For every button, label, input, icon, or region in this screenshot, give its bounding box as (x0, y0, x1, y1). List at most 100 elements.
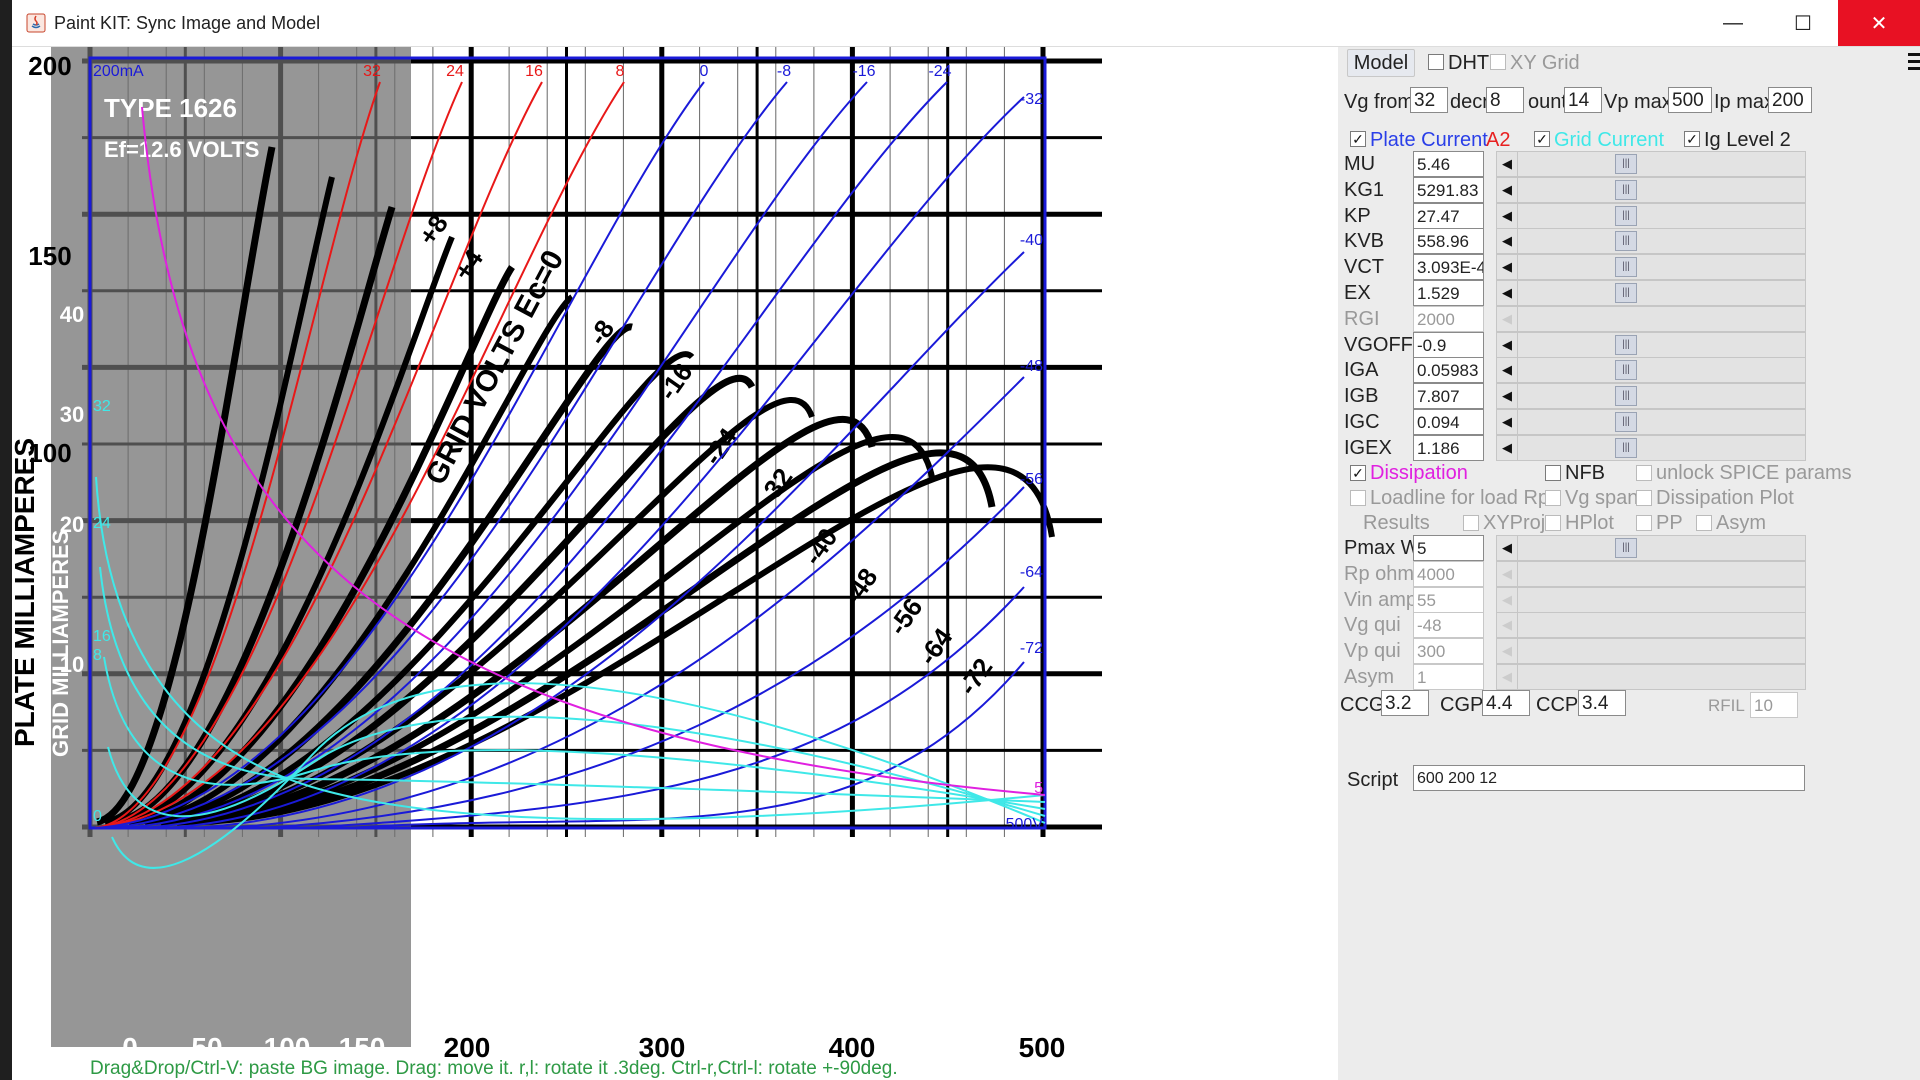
slider-left-arrow-icon[interactable]: ◀ (1497, 306, 1518, 331)
slider-left-arrow-icon[interactable]: ◀ (1497, 384, 1518, 409)
asym-checkbox[interactable] (1696, 515, 1712, 531)
cgp-input[interactable]: 4.4 (1482, 690, 1530, 716)
param-vgoff-input[interactable]: -0.9 (1413, 331, 1484, 358)
minimize-button[interactable]: — (1698, 0, 1768, 46)
script-input[interactable]: 600 200 12 (1413, 765, 1805, 791)
slider-left-arrow-icon[interactable]: ◀ (1497, 281, 1518, 305)
param-vp-qui-input[interactable]: 300 (1413, 638, 1484, 665)
param-vin-ampl-input[interactable]: 55 (1413, 586, 1484, 613)
param-kg1-slider[interactable]: ◀ ||| (1496, 176, 1806, 203)
slider-left-arrow-icon[interactable]: ◀ (1497, 358, 1518, 383)
param-rgi-input[interactable]: 2000 (1413, 305, 1484, 332)
decr-input[interactable]: 8 (1486, 87, 1524, 113)
slider-left-arrow-icon[interactable]: ◀ (1497, 332, 1518, 357)
slider-thumb[interactable]: ||| (1615, 412, 1637, 432)
model-button[interactable]: Model (1347, 49, 1415, 77)
slider-thumb[interactable]: ||| (1615, 283, 1637, 303)
param-kp-input[interactable]: 27.47 (1413, 202, 1484, 229)
param-ex-slider[interactable]: ◀ ||| (1496, 280, 1806, 306)
param-kp-slider[interactable]: ◀ ||| (1496, 202, 1806, 229)
vg-from-input[interactable]: 32 (1410, 87, 1448, 113)
param-mu-slider[interactable]: ◀ ||| (1496, 151, 1806, 177)
plate-current-checkbox[interactable]: ✓ (1350, 131, 1366, 147)
param-rgi-slider[interactable]: ◀ (1496, 305, 1806, 332)
slider-left-arrow-icon[interactable]: ◀ (1497, 152, 1518, 176)
ipmax-input[interactable]: 200 (1768, 87, 1812, 113)
param-pmax-w-input[interactable]: 5 (1413, 535, 1484, 561)
slider-thumb[interactable]: ||| (1615, 154, 1637, 174)
ccp-input[interactable]: 3.4 (1578, 690, 1626, 716)
param-igex-input[interactable]: 1.186 (1413, 434, 1484, 461)
param-vgoff-slider[interactable]: ◀ ||| (1496, 331, 1806, 358)
unlock-spice-checkbox[interactable] (1636, 465, 1652, 481)
grid-current-checkbox[interactable]: ✓ (1534, 131, 1550, 147)
param-vct-slider[interactable]: ◀ ||| (1496, 254, 1806, 281)
dht-checkbox[interactable] (1428, 54, 1444, 70)
slider-thumb[interactable]: ||| (1615, 205, 1637, 226)
param-vct-input[interactable]: 3.093E-4 (1413, 254, 1484, 281)
slider-thumb[interactable]: ||| (1615, 231, 1637, 252)
slider-left-arrow-icon[interactable]: ◀ (1497, 255, 1518, 280)
param-igc-slider[interactable]: ◀ ||| (1496, 409, 1806, 435)
rfil-input[interactable]: 10 (1750, 692, 1798, 718)
slider-left-arrow-icon[interactable]: ◀ (1497, 613, 1518, 638)
results-button[interactable]: Results (1363, 512, 1430, 535)
param-kg1-input[interactable]: 5291.83 (1413, 176, 1484, 203)
slider-left-arrow-icon[interactable]: ◀ (1497, 229, 1518, 254)
param-iga-input[interactable]: 0.05983 (1413, 357, 1484, 384)
param-kvb-input[interactable]: 558.96 (1413, 228, 1484, 255)
slider-thumb[interactable]: ||| (1615, 257, 1637, 278)
dissipation-checkbox[interactable]: ✓ (1350, 465, 1366, 481)
param-asym-slider[interactable]: ◀ (1496, 664, 1806, 690)
param-igex-slider[interactable]: ◀ ||| (1496, 434, 1806, 461)
param-vg-qui-slider[interactable]: ◀ (1496, 612, 1806, 639)
slider-left-arrow-icon[interactable]: ◀ (1497, 665, 1518, 689)
param-vp-qui-slider[interactable]: ◀ (1496, 638, 1806, 665)
loadline-checkbox[interactable] (1350, 490, 1366, 506)
dissipation-plot-checkbox[interactable] (1636, 490, 1652, 506)
a2-label: A2 (1486, 129, 1511, 151)
vpmax-input[interactable]: 500 (1668, 87, 1712, 113)
param-pmax-w-slider[interactable]: ◀ ||| (1496, 535, 1806, 561)
param-igc-input[interactable]: 0.094 (1413, 409, 1484, 435)
slider-thumb[interactable]: ||| (1615, 179, 1637, 200)
slider-left-arrow-icon[interactable]: ◀ (1497, 177, 1518, 202)
param-mu-input[interactable]: 5.46 (1413, 151, 1484, 177)
param-iga-slider[interactable]: ◀ ||| (1496, 357, 1806, 384)
slider-thumb[interactable]: ||| (1615, 437, 1637, 458)
param-kvb-slider[interactable]: ◀ ||| (1496, 228, 1806, 255)
slider-left-arrow-icon[interactable]: ◀ (1497, 587, 1518, 612)
param-vg-qui-input[interactable]: -48 (1413, 612, 1484, 639)
param-vin-ampl-slider[interactable]: ◀ (1496, 586, 1806, 613)
slider-left-arrow-icon[interactable]: ◀ (1497, 639, 1518, 664)
param-igb-input[interactable]: 7.807 (1413, 383, 1484, 410)
count-input[interactable]: 14 (1564, 87, 1602, 113)
close-button[interactable]: ✕ (1838, 0, 1920, 46)
slider-thumb[interactable]: ||| (1615, 538, 1637, 558)
slider-left-arrow-icon[interactable]: ◀ (1497, 435, 1518, 460)
ccg-input[interactable]: 3.2 (1381, 690, 1429, 716)
slider-left-arrow-icon[interactable]: ◀ (1497, 203, 1518, 228)
param-ex-input[interactable]: 1.529 (1413, 280, 1484, 306)
plot-area[interactable]: 0 50 100 150 200 300 400 500 200 150 100 40 30 20 10 PL… (12, 47, 1338, 1080)
slider-left-arrow-icon[interactable]: ◀ (1497, 410, 1518, 434)
slider-left-arrow-icon[interactable]: ◀ (1497, 561, 1518, 586)
pp-checkbox[interactable] (1636, 515, 1652, 531)
menu-icon[interactable] (1908, 51, 1920, 71)
slider-thumb[interactable]: ||| (1615, 386, 1637, 407)
slider-left-arrow-icon[interactable]: ◀ (1497, 536, 1518, 560)
hplot-checkbox[interactable] (1545, 515, 1561, 531)
ig-level-checkbox[interactable]: ✓ (1684, 131, 1700, 147)
param-igb-slider[interactable]: ◀ ||| (1496, 383, 1806, 410)
maximize-button[interactable]: ☐ (1768, 0, 1838, 46)
nfb-checkbox[interactable] (1545, 465, 1561, 481)
slider-thumb[interactable]: ||| (1615, 334, 1637, 355)
param-asym-input[interactable]: 1 (1413, 664, 1484, 690)
vg-span-checkbox[interactable] (1545, 490, 1561, 506)
param-rp-ohm-slider[interactable]: ◀ (1496, 560, 1806, 587)
plot-canvas[interactable]: 0 50 100 150 200 300 400 50020015010040302010PL… (12, 47, 1338, 1080)
xygrid-checkbox[interactable] (1490, 54, 1506, 70)
param-rp-ohm-input[interactable]: 4000 (1413, 560, 1484, 587)
slider-thumb[interactable]: ||| (1615, 360, 1637, 381)
xyproj-checkbox[interactable] (1463, 515, 1479, 531)
